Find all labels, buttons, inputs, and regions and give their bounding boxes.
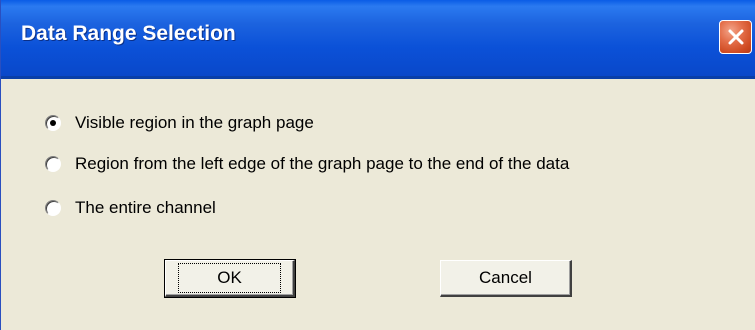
radio-button[interactable]: [45, 200, 61, 216]
radio-selected-dot: [50, 120, 56, 126]
close-button[interactable]: [719, 20, 752, 54]
radio-visible-region[interactable]: Visible region in the graph page: [45, 112, 314, 134]
cancel-button-label: Cancel: [479, 268, 532, 287]
title-bar[interactable]: Data Range Selection: [1, 0, 755, 79]
radio-entire-channel[interactable]: The entire channel: [45, 197, 216, 219]
radio-label: Region from the left edge of the graph p…: [75, 154, 570, 173]
radio-label: Visible region in the graph page: [75, 113, 314, 132]
cancel-button[interactable]: Cancel: [440, 260, 572, 297]
radio-label: The entire channel: [75, 198, 216, 217]
radio-left-edge-to-end[interactable]: Region from the left edge of the graph p…: [45, 153, 569, 175]
radio-button[interactable]: [45, 115, 61, 131]
ok-button[interactable]: OK: [164, 259, 296, 298]
radio-button[interactable]: [45, 156, 61, 172]
close-icon: [728, 29, 744, 45]
dialog-window: Data Range Selection Visible region in t…: [0, 0, 755, 330]
dialog-title: Data Range Selection: [21, 22, 236, 45]
ok-button-label: OK: [178, 263, 281, 293]
